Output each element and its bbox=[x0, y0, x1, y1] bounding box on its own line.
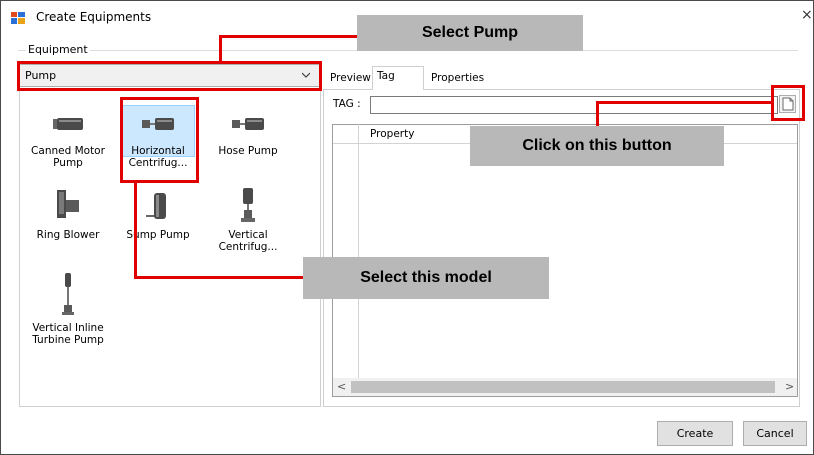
tab-tag[interactable]: Tag bbox=[372, 66, 424, 90]
list-item-label: Ring Blower bbox=[36, 229, 100, 241]
callout-select-pump: Select Pump bbox=[357, 15, 583, 51]
equipment-item-ring-blower[interactable]: Ring Blower bbox=[28, 187, 108, 241]
sump-pump-icon bbox=[118, 187, 198, 223]
list-item-label: Sump Pump bbox=[126, 229, 190, 241]
ring-blower-icon bbox=[28, 187, 108, 223]
window-title: Create Equipments bbox=[36, 10, 152, 24]
list-item-label: Canned Motor Pump bbox=[31, 145, 105, 169]
equipment-group-label: Equipment bbox=[26, 43, 90, 56]
equipment-item-vertical-centrifugal[interactable]: Vertical Centrifug... bbox=[208, 187, 288, 253]
equipment-item-hose-pump[interactable]: Hose Pump bbox=[208, 109, 288, 157]
create-button[interactable]: Create bbox=[657, 421, 733, 446]
cancel-button[interactable]: Cancel bbox=[743, 421, 807, 446]
vertical-centrifugal-pump-icon bbox=[208, 187, 288, 223]
scroll-right-icon[interactable]: > bbox=[785, 380, 794, 393]
highlight-pump-combo bbox=[17, 61, 322, 91]
scroll-left-icon[interactable]: < bbox=[337, 380, 346, 393]
grid-column-divider bbox=[358, 124, 359, 378]
horizontal-scrollbar[interactable]: < > bbox=[333, 378, 797, 396]
list-item-label: Vertical Centrifug... bbox=[218, 229, 278, 253]
grid-header-property: Property bbox=[370, 128, 415, 140]
equipment-item-canned-motor-pump[interactable]: Canned Motor Pump bbox=[28, 109, 108, 169]
callout-click-button: Click on this button bbox=[470, 126, 724, 166]
tab-properties[interactable]: Properties bbox=[427, 69, 488, 88]
close-icon[interactable]: × bbox=[801, 7, 813, 23]
tab-preview[interactable]: Preview bbox=[326, 69, 375, 88]
connector-line bbox=[134, 276, 304, 279]
vertical-inline-turbine-pump-icon bbox=[28, 272, 108, 316]
highlight-document-button bbox=[771, 85, 805, 121]
app-icon bbox=[11, 12, 25, 24]
connector-line bbox=[596, 101, 599, 127]
hose-pump-icon bbox=[208, 109, 288, 139]
list-item-label: Hose Pump bbox=[218, 145, 278, 157]
connector-line bbox=[134, 182, 137, 278]
tag-label: TAG : bbox=[333, 98, 361, 110]
canned-motor-pump-icon bbox=[28, 109, 108, 139]
scroll-thumb[interactable] bbox=[351, 381, 775, 393]
highlight-horizontal-centrifugal bbox=[120, 97, 199, 183]
equipment-item-vertical-inline-turbine[interactable]: Vertical Inline Turbine Pump bbox=[28, 272, 108, 346]
equipment-item-sump-pump[interactable]: Sump Pump bbox=[118, 187, 198, 241]
connector-line bbox=[596, 101, 772, 104]
tag-input[interactable] bbox=[370, 96, 778, 114]
callout-select-model: Select this model bbox=[303, 257, 549, 299]
list-item-label: Vertical Inline Turbine Pump bbox=[32, 322, 104, 346]
connector-line bbox=[219, 35, 357, 38]
connector-line bbox=[219, 35, 222, 62]
